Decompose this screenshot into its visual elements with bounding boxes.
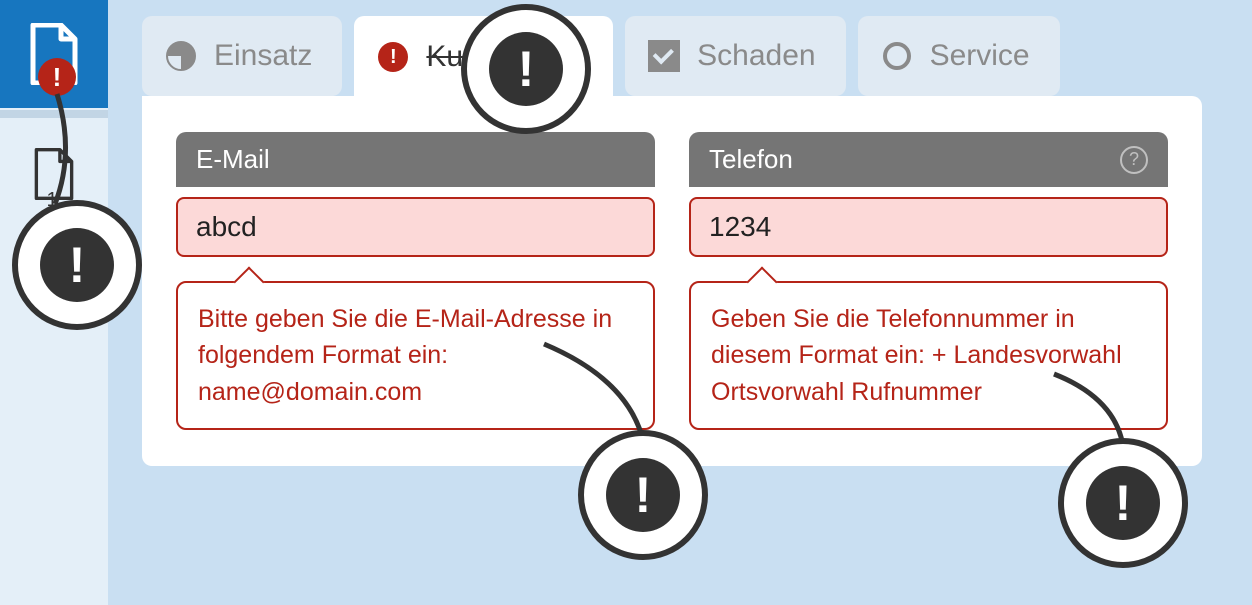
field-label: Telefon: [709, 144, 793, 175]
field-label: E-Mail: [196, 144, 270, 175]
exclamation-icon: !: [40, 228, 114, 302]
form-panel: E-Mail Bitte geben Sie die E-Mail-Adress…: [142, 96, 1202, 466]
error-message: Geben Sie die Telefonnummer in diesem Fo…: [689, 281, 1168, 430]
tab-label: Service: [930, 39, 1030, 73]
pie-icon: [164, 39, 198, 73]
annotation-callout: !: [12, 200, 142, 330]
warning-icon: !: [376, 40, 410, 74]
sidebar-item-active-document[interactable]: !: [0, 0, 108, 108]
help-icon[interactable]: ?: [1120, 146, 1148, 174]
tab-einsatz[interactable]: Einsatz: [142, 16, 342, 96]
annotation-callout: !: [461, 4, 591, 134]
annotation-callout: !: [1058, 438, 1188, 568]
tab-service[interactable]: Service: [858, 16, 1060, 96]
exclamation-icon: !: [489, 32, 563, 106]
phone-input[interactable]: [689, 197, 1168, 257]
exclamation-icon: !: [1086, 466, 1160, 540]
document-icon: 1: [33, 147, 75, 201]
exclamation-icon: !: [606, 458, 680, 532]
field-header: Telefon ?: [689, 132, 1168, 187]
field-email: E-Mail Bitte geben Sie die E-Mail-Adress…: [176, 132, 655, 430]
sidebar-separator: [0, 110, 108, 118]
tab-label: Schaden: [697, 39, 815, 73]
circle-icon: [880, 39, 914, 73]
tab-schaden[interactable]: Schaden: [625, 16, 845, 96]
field-phone: Telefon ? Geben Sie die Telefonnummer in…: [689, 132, 1168, 430]
tab-label: Einsatz: [214, 39, 312, 73]
annotation-callout: !: [578, 430, 708, 560]
field-header: E-Mail: [176, 132, 655, 187]
email-input[interactable]: [176, 197, 655, 257]
error-message: Bitte geben Sie die E-Mail-Adresse in fo…: [176, 281, 655, 430]
warning-badge-icon: !: [38, 58, 76, 96]
check-icon: [647, 39, 681, 73]
